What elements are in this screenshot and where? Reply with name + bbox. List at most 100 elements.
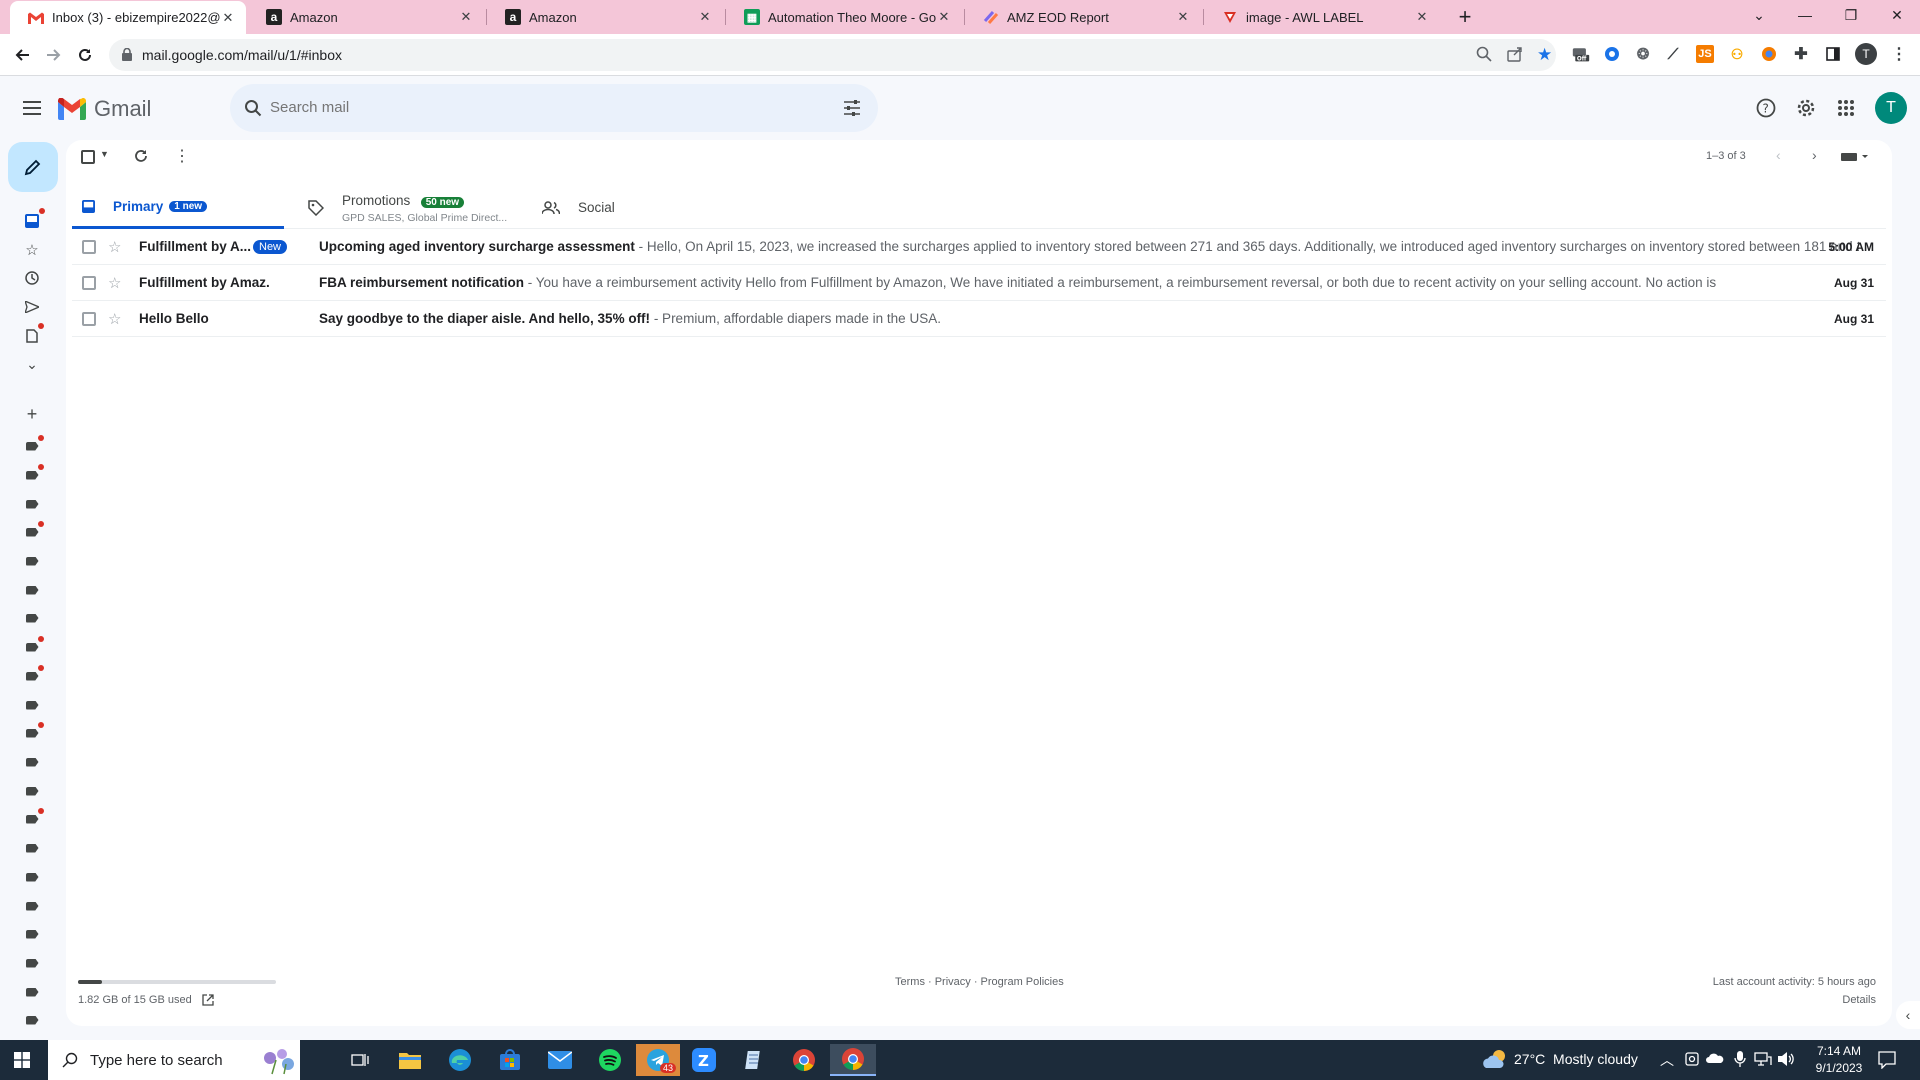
- profile-avatar[interactable]: T: [1855, 43, 1877, 65]
- label-icon[interactable]: [22, 551, 42, 571]
- label-icon[interactable]: [22, 781, 42, 801]
- browser-tab-awl-label[interactable]: image - AWL LABEL ✕: [1204, 0, 1440, 34]
- extension-swirl-icon[interactable]: ❂: [1634, 45, 1652, 63]
- chrome-icon[interactable]: [784, 1044, 824, 1076]
- browser-tab-amazon[interactable]: a Amazon ✕: [248, 0, 484, 34]
- label-icon[interactable]: [22, 838, 42, 858]
- windows-start-icon[interactable]: [2, 1044, 42, 1076]
- sent-icon[interactable]: [22, 297, 42, 317]
- label-icon[interactable]: [22, 722, 44, 743]
- star-icon[interactable]: ☆: [108, 274, 121, 292]
- settings-gear-icon[interactable]: [1794, 96, 1818, 120]
- row-checkbox[interactable]: [82, 239, 96, 254]
- microphone-icon[interactable]: [1734, 1051, 1746, 1068]
- label-icon[interactable]: [22, 636, 44, 657]
- extension-cursor-icon[interactable]: ⟋: [1664, 45, 1682, 63]
- telegram-icon[interactable]: 43: [636, 1044, 680, 1076]
- label-icon[interactable]: [22, 924, 42, 944]
- more-actions-icon[interactable]: ⋮: [174, 146, 190, 166]
- mail-app-icon[interactable]: [540, 1044, 580, 1076]
- browser-tab-sheets[interactable]: ▦ Automation Theo Moore - Goog ✕: [726, 0, 962, 34]
- browser-tab-amz-eod[interactable]: AMZ EOD Report ✕: [965, 0, 1201, 34]
- notification-center-icon[interactable]: [1878, 1051, 1896, 1069]
- search-icon[interactable]: [244, 99, 262, 117]
- bookmark-star-icon[interactable]: ★: [1537, 45, 1552, 65]
- label-icon[interactable]: [22, 665, 44, 686]
- close-icon[interactable]: ✕: [936, 9, 952, 25]
- label-icon[interactable]: [22, 695, 42, 715]
- label-icon[interactable]: [22, 808, 44, 829]
- reload-button[interactable]: [73, 43, 97, 67]
- meet-now-icon[interactable]: [1684, 1051, 1700, 1067]
- cloudy-weather-icon[interactable]: [1482, 1048, 1508, 1070]
- share-icon[interactable]: [1507, 46, 1523, 62]
- label-icon[interactable]: [22, 494, 42, 514]
- microsoft-store-icon[interactable]: [490, 1044, 530, 1076]
- extension-helium-icon[interactable]: [1603, 45, 1621, 63]
- label-icon[interactable]: [22, 608, 42, 628]
- select-dropdown-icon[interactable]: ▼: [100, 149, 109, 159]
- task-view-icon[interactable]: [340, 1044, 380, 1076]
- close-icon[interactable]: ✕: [1414, 9, 1430, 25]
- extensions-puzzle-icon[interactable]: ✚: [1792, 45, 1810, 63]
- tab-promotions[interactable]: Promotions 50 new GPD SALES, Global Prim…: [308, 186, 520, 229]
- label-icon[interactable]: [22, 953, 42, 973]
- main-menu-icon[interactable]: [20, 96, 44, 120]
- file-explorer-icon[interactable]: [390, 1044, 430, 1076]
- tab-social[interactable]: Social: [542, 186, 754, 229]
- browser-tab-amazon-2[interactable]: a Amazon ✕: [487, 0, 723, 34]
- chrome-active-icon[interactable]: [830, 1044, 876, 1076]
- spotify-icon[interactable]: [590, 1044, 630, 1076]
- inbox-icon[interactable]: [22, 208, 45, 231]
- onedrive-cloud-icon[interactable]: [1706, 1052, 1724, 1064]
- edge-browser-icon[interactable]: [440, 1044, 480, 1076]
- label-icon[interactable]: [22, 1010, 42, 1030]
- starred-icon[interactable]: ☆: [22, 240, 42, 260]
- label-icon[interactable]: [22, 435, 44, 456]
- apps-grid-icon[interactable]: [1834, 96, 1858, 120]
- prev-page-icon[interactable]: ‹: [1776, 147, 1781, 163]
- label-icon[interactable]: [22, 521, 44, 542]
- add-label-icon[interactable]: +: [22, 404, 42, 424]
- zoom-app-icon[interactable]: Z: [684, 1044, 724, 1076]
- back-button[interactable]: [10, 43, 34, 67]
- label-icon[interactable]: [22, 982, 42, 1002]
- extension-off-icon[interactable]: Off: [1572, 45, 1590, 63]
- search-input[interactable]: [270, 99, 790, 116]
- zoom-icon[interactable]: [1476, 46, 1492, 62]
- volume-icon[interactable]: [1777, 1051, 1795, 1067]
- refresh-icon[interactable]: [133, 148, 149, 164]
- taskbar-search-box[interactable]: Type here to search: [48, 1040, 300, 1080]
- account-avatar[interactable]: T: [1875, 92, 1907, 124]
- forward-button[interactable]: [42, 43, 66, 67]
- gmail-logo[interactable]: Gmail: [58, 96, 151, 122]
- label-icon[interactable]: [22, 896, 42, 916]
- clock[interactable]: 7:14 AM 9/1/2023: [1805, 1043, 1873, 1077]
- email-row[interactable]: ☆ Hello Bello Say goodbye to the diaper …: [72, 301, 1886, 337]
- close-icon[interactable]: ✕: [1175, 9, 1191, 25]
- notepad-icon[interactable]: [734, 1044, 774, 1076]
- close-icon[interactable]: ✕: [220, 10, 236, 26]
- browser-tab-gmail[interactable]: Inbox (3) - ebizempire2022@gm ✕: [10, 1, 246, 34]
- search-bar[interactable]: [230, 84, 878, 132]
- support-icon[interactable]: ?: [1754, 96, 1778, 120]
- address-bar[interactable]: mail.google.com/mail/u/1/#inbox ★: [109, 39, 1556, 71]
- restore-button[interactable]: ❐: [1828, 0, 1874, 30]
- more-vert-icon[interactable]: ⋮: [1890, 45, 1908, 63]
- drafts-icon[interactable]: [22, 323, 44, 346]
- new-tab-button[interactable]: +: [1442, 2, 1488, 32]
- next-page-icon[interactable]: ›: [1812, 147, 1817, 163]
- side-panel-toggle-icon[interactable]: ‹: [1896, 1001, 1920, 1029]
- label-icon[interactable]: [22, 867, 42, 887]
- weather-text[interactable]: 27°C Mostly cloudy: [1514, 1051, 1638, 1067]
- label-icon[interactable]: [22, 752, 42, 772]
- close-window-button[interactable]: ✕: [1874, 0, 1920, 30]
- row-checkbox[interactable]: [82, 311, 96, 326]
- search-options-icon[interactable]: [843, 99, 861, 117]
- network-icon[interactable]: [1754, 1052, 1772, 1066]
- details-link[interactable]: Details: [1842, 994, 1876, 1006]
- footer-links[interactable]: Terms · Privacy · Program Policies: [895, 976, 1064, 988]
- select-all-checkbox[interactable]: [81, 150, 95, 164]
- label-icon[interactable]: [22, 464, 44, 485]
- email-row[interactable]: ☆ Fulfillment by Amaz. FBA reimbursement…: [72, 265, 1886, 301]
